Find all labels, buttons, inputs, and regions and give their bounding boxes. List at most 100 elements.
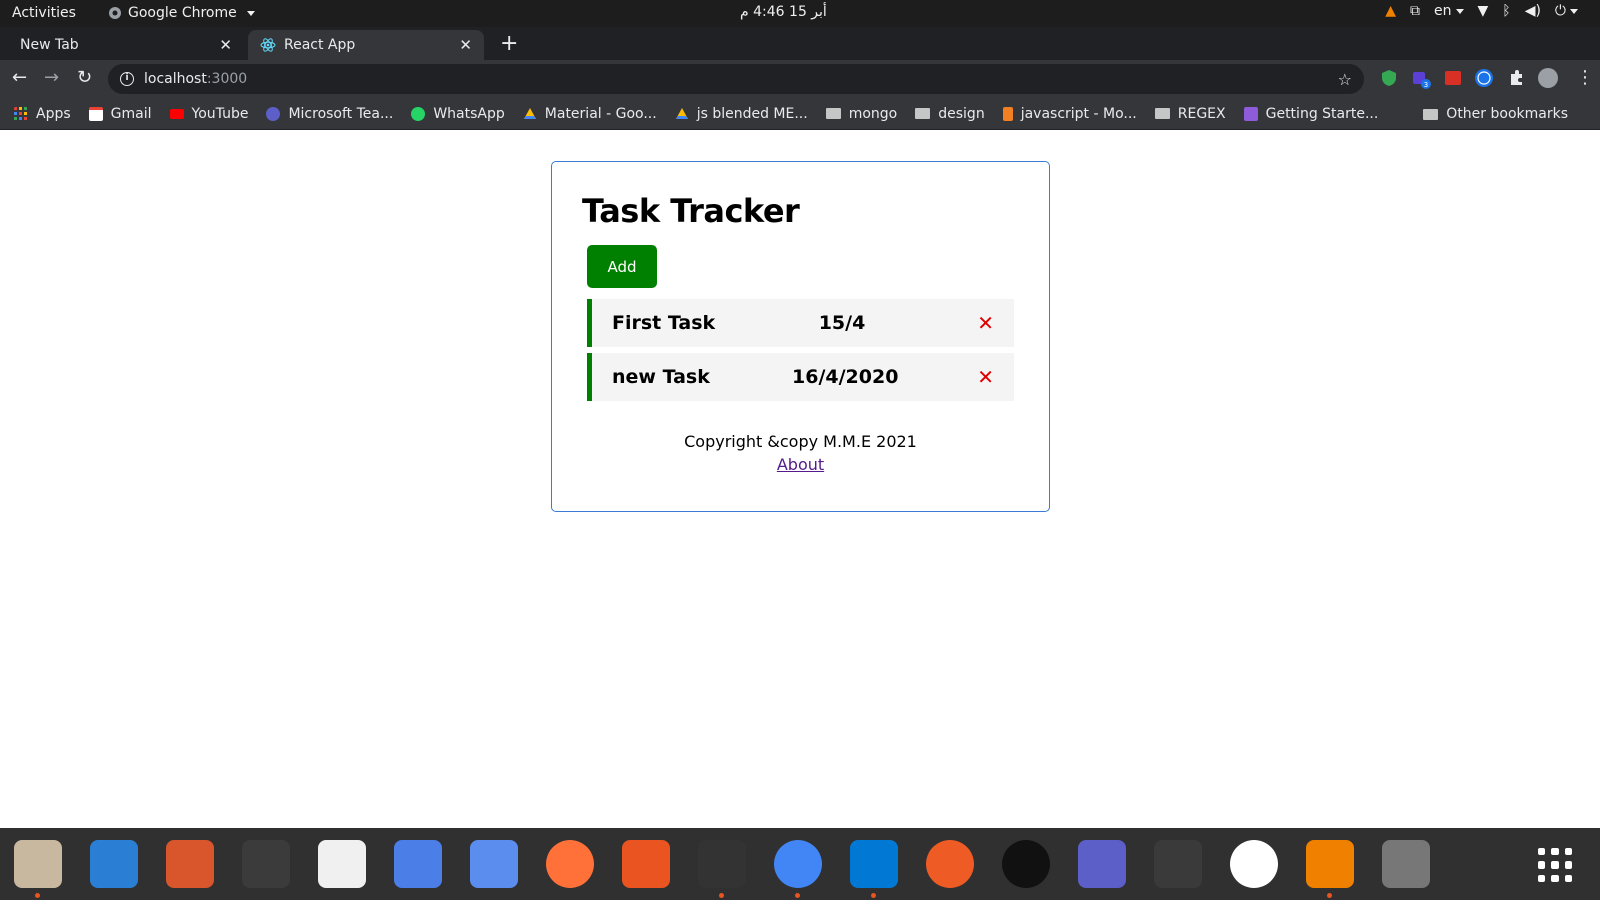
bookmark-label: javascript - Mo... <box>1020 105 1137 122</box>
bookmark-getting-started[interactable]: Getting Starte... <box>1243 105 1379 122</box>
show-applications-icon[interactable] <box>1538 848 1572 882</box>
bluetooth-icon[interactable]: ᛒ <box>1502 3 1510 19</box>
folder-icon <box>1154 108 1170 119</box>
bookmark-label: Getting Starte... <box>1265 105 1379 122</box>
postman-icon[interactable] <box>926 840 974 888</box>
hackmd-icon <box>1243 106 1258 121</box>
extensions-puzzle-icon[interactable] <box>1506 68 1526 88</box>
bookmark-material[interactable]: Material - Goo... <box>523 106 657 122</box>
dock <box>0 828 1600 900</box>
bookmark-folder-regex[interactable]: REGEX <box>1154 105 1226 122</box>
reload-icon[interactable]: ↻ <box>77 67 92 88</box>
bookmark-label: Material - Goo... <box>544 105 657 122</box>
new-tab-button[interactable]: + <box>500 30 518 58</box>
firefox-icon[interactable] <box>546 840 594 888</box>
writer-icon[interactable] <box>90 840 138 888</box>
vlc-icon[interactable] <box>1306 840 1354 888</box>
bookmark-label: WhatsApp <box>433 105 505 122</box>
folder-icon <box>825 108 841 119</box>
task-item[interactable]: new Task 16/4/2020 ✕ <box>587 353 1014 401</box>
url-port: :3000 <box>206 71 248 87</box>
bookmark-folder-mongo[interactable]: mongo <box>825 106 897 122</box>
language-indicator[interactable]: en <box>1434 3 1464 19</box>
close-icon[interactable]: ✕ <box>219 36 232 54</box>
bookmark-gmail[interactable]: Gmail <box>88 106 152 122</box>
teams-app-icon[interactable] <box>1078 840 1126 888</box>
task-item[interactable]: First Task 15/4 ✕ <box>587 299 1014 347</box>
task-date: 16/4/2020 <box>792 366 899 388</box>
whatsapp-icon <box>411 106 426 121</box>
info-icon[interactable]: i <box>120 72 134 86</box>
bookmark-microsoft-teams[interactable]: Microsoft Tea... <box>266 106 393 122</box>
bookmark-label: js blended ME... <box>696 105 808 122</box>
chrome-icon[interactable] <box>774 840 822 888</box>
add-task-button[interactable]: Add <box>587 245 657 288</box>
todo-icon[interactable] <box>394 840 442 888</box>
running-indicator <box>1327 893 1332 898</box>
bookmark-label: Apps <box>36 105 71 122</box>
running-indicator <box>871 893 876 898</box>
address-bar[interactable]: i localhost:3000 ☆ <box>108 64 1364 94</box>
close-icon[interactable]: ✕ <box>459 36 472 54</box>
screenshot-icon[interactable] <box>470 840 518 888</box>
running-indicator <box>35 893 40 898</box>
bookmarks-bar: Apps Gmail YouTube Microsoft Tea... What… <box>0 98 1600 130</box>
app-menu-label: Google Chrome <box>128 5 237 21</box>
system-monitor-icon[interactable] <box>1154 840 1202 888</box>
back-icon[interactable]: ← <box>12 67 27 88</box>
clock[interactable]: أبر 15 4:46 م <box>740 4 827 20</box>
extension-fi-icon[interactable] <box>1474 68 1494 88</box>
tab-label: React App <box>284 37 356 53</box>
more-menu-icon[interactable]: ⋮ <box>1576 67 1594 88</box>
running-indicator <box>719 893 724 898</box>
bookmark-folder-design[interactable]: design <box>915 106 985 122</box>
running-indicator <box>795 893 800 898</box>
bookmark-js-blended[interactable]: js blended ME... <box>675 106 808 122</box>
camera-icon[interactable] <box>1002 840 1050 888</box>
chevron-down-icon <box>1455 8 1464 14</box>
task-tracker-container: Task Tracker Add First Task 15/4 ✕ new T… <box>551 161 1050 512</box>
extension-badge-icon[interactable]: 3 <box>1411 68 1431 89</box>
mongodb-compass-icon[interactable] <box>1230 840 1278 888</box>
extension-red-icon[interactable] <box>1443 68 1463 88</box>
volume-icon[interactable]: ◀) <box>1525 3 1541 19</box>
vlc-tray-icon[interactable]: ▲ <box>1385 3 1396 19</box>
bookmark-whatsapp[interactable]: WhatsApp <box>411 105 505 122</box>
files-icon[interactable] <box>14 840 62 888</box>
impress-icon[interactable] <box>166 840 214 888</box>
sublime-text-icon[interactable] <box>698 840 746 888</box>
activities-button[interactable]: Activities <box>12 5 76 21</box>
svg-text:3: 3 <box>1424 81 1428 89</box>
stackoverflow-icon <box>1002 106 1013 121</box>
profile-avatar[interactable] <box>1538 68 1558 88</box>
software-center-icon[interactable] <box>622 840 670 888</box>
text-editor-icon[interactable] <box>318 840 366 888</box>
disk-icon[interactable] <box>1382 840 1430 888</box>
bookmark-javascript[interactable]: javascript - Mo... <box>1002 105 1137 122</box>
delete-icon[interactable]: ✕ <box>977 311 994 335</box>
teams-icon <box>266 106 281 121</box>
forward-icon[interactable]: → <box>44 67 59 88</box>
about-link[interactable]: About <box>552 455 1049 474</box>
wifi-icon[interactable]: ▼ <box>1478 3 1489 19</box>
tab-new-tab[interactable]: New Tab ✕ <box>0 30 244 60</box>
bookmark-label: REGEX <box>1177 105 1226 122</box>
terminal-icon[interactable] <box>242 840 290 888</box>
system-tray[interactable]: ▲ ⧉ en ▼ ᛒ ◀) ⏻ <box>1385 3 1578 19</box>
power-icon[interactable]: ⏻ <box>1555 3 1578 19</box>
bookmark-other[interactable]: Other bookmarks <box>1423 106 1568 122</box>
tab-react-app[interactable]: React App ✕ <box>248 30 484 60</box>
apps-grid-icon <box>14 106 27 120</box>
vscode-icon[interactable] <box>850 840 898 888</box>
chevron-down-icon <box>246 10 255 16</box>
bookmark-star-icon[interactable]: ☆ <box>1338 70 1352 89</box>
delete-icon[interactable]: ✕ <box>977 365 994 389</box>
bookmark-youtube[interactable]: YouTube <box>169 106 248 122</box>
react-icon <box>260 38 276 52</box>
copyright-text: Copyright &copy M.M.E 2021 <box>684 432 917 451</box>
bookmark-apps[interactable]: Apps <box>14 106 71 122</box>
screen-share-icon[interactable]: ⧉ <box>1410 3 1420 19</box>
tab-strip: New Tab ✕ React App ✕ + — ❐ ✕ <box>0 27 1600 82</box>
shield-extension-icon[interactable] <box>1379 68 1399 88</box>
app-menu[interactable]: Google Chrome <box>108 5 255 21</box>
